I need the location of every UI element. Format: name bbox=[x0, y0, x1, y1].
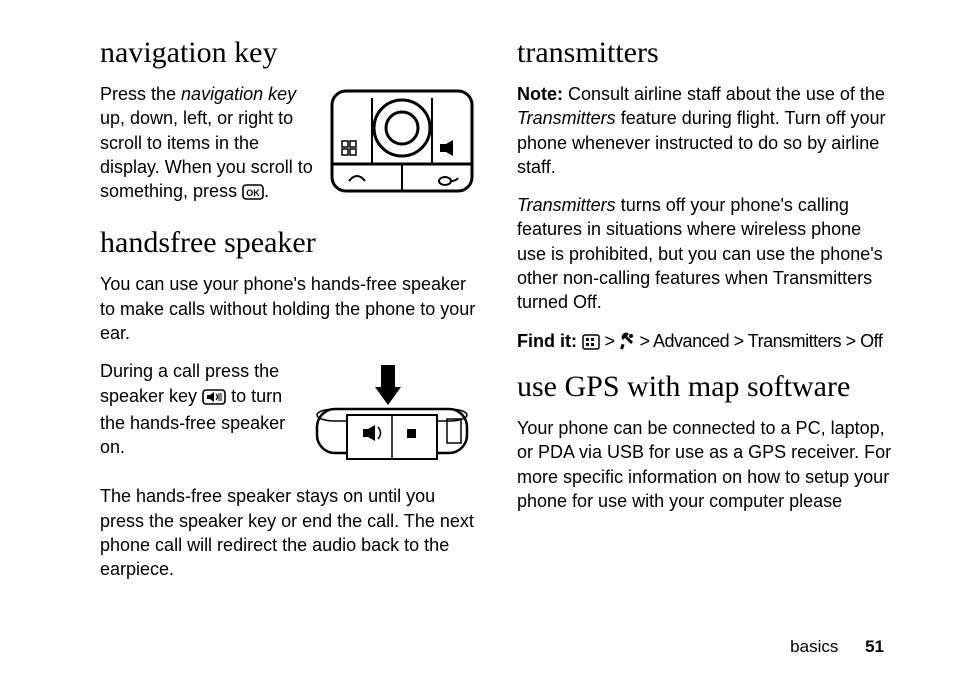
navigation-key-illustration bbox=[327, 86, 477, 201]
find-it-label: Find it: bbox=[517, 331, 577, 351]
transmitters-term2: Transmitters bbox=[517, 195, 616, 215]
find-it-line: Find it: > > Advanced > Transmitters > O… bbox=[517, 329, 894, 356]
gps-para1: Your phone can be connected to a PC, lap… bbox=[517, 416, 894, 513]
path-sep1: > bbox=[600, 331, 619, 351]
note-label: Note: bbox=[517, 84, 563, 104]
speaker-key-illustration bbox=[307, 363, 477, 478]
svg-text:OK: OK bbox=[246, 188, 260, 198]
speaker-key-icon bbox=[202, 387, 226, 411]
heading-handsfree: handsfree speaker bbox=[100, 226, 477, 260]
text: Consult airline staff about the use of t… bbox=[563, 84, 885, 104]
heading-navigation-key: navigation key bbox=[100, 36, 477, 70]
nav-key-term: navigation key bbox=[181, 84, 296, 104]
manual-page: navigation key bbox=[0, 0, 954, 677]
nav-key-block: Press the navigation key up, down, left,… bbox=[100, 82, 477, 220]
settings-tools-icon bbox=[619, 332, 635, 356]
text: up, down, left, or right to scroll to it… bbox=[100, 108, 313, 201]
handsfree-block: During a call press the speaker key to t… bbox=[100, 359, 477, 484]
page-number: 51 bbox=[865, 637, 884, 656]
speaker-illustration-icon bbox=[307, 363, 477, 473]
handsfree-para3: The hands-free speaker stays on until yo… bbox=[100, 484, 477, 581]
page-footer: basics 51 bbox=[790, 637, 884, 657]
transmitters-note: Note: Consult airline staff about the us… bbox=[517, 82, 894, 179]
transmitters-desc: Transmitters turns off your phone's call… bbox=[517, 193, 894, 314]
footer-section: basics bbox=[790, 637, 838, 656]
transmitters-term: Transmitters bbox=[517, 108, 616, 128]
heading-gps: use GPS with map software bbox=[517, 370, 894, 404]
menu-grid-icon bbox=[582, 332, 600, 356]
text: . bbox=[264, 181, 269, 201]
heading-transmitters: transmitters bbox=[517, 36, 894, 70]
nav-key-icon bbox=[327, 86, 477, 196]
handsfree-para1: You can use your phone's hands-free spea… bbox=[100, 272, 477, 345]
right-column: transmitters Note: Consult airline staff… bbox=[517, 30, 894, 596]
text: Press the bbox=[100, 84, 181, 104]
find-path: > Advanced > Transmitters > Off bbox=[635, 331, 882, 351]
left-column: navigation key bbox=[100, 30, 477, 596]
ok-button-icon: OK bbox=[242, 182, 264, 206]
two-column-layout: navigation key bbox=[100, 30, 894, 596]
